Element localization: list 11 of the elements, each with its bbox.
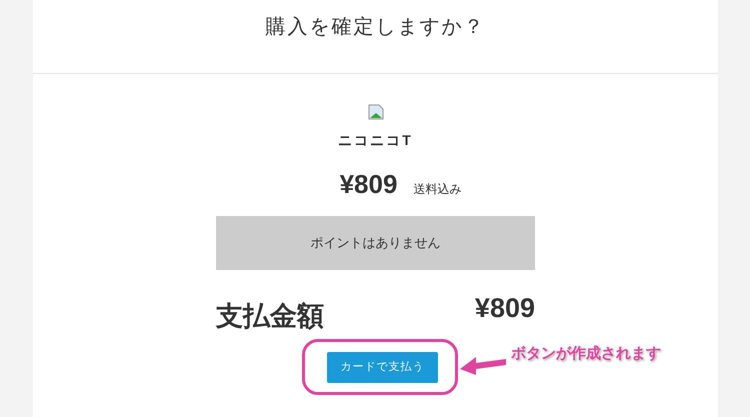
- broken-image-icon: [368, 104, 384, 120]
- total-amount: ¥809: [474, 292, 535, 325]
- points-notice: ポイントはありません: [216, 216, 535, 270]
- dialog-title: 購入を確定しますか？: [266, 15, 486, 40]
- total-label: 支払金額: [216, 300, 324, 333]
- annotation-text: ボタンが作成されます: [511, 344, 661, 364]
- product-name: ニコニコT: [338, 131, 413, 150]
- pay-button[interactable]: カードで支払う: [327, 352, 438, 383]
- product-price: ¥809: [340, 168, 398, 201]
- arrow-icon: [459, 355, 507, 375]
- shipping-note: 送料込み: [413, 181, 462, 198]
